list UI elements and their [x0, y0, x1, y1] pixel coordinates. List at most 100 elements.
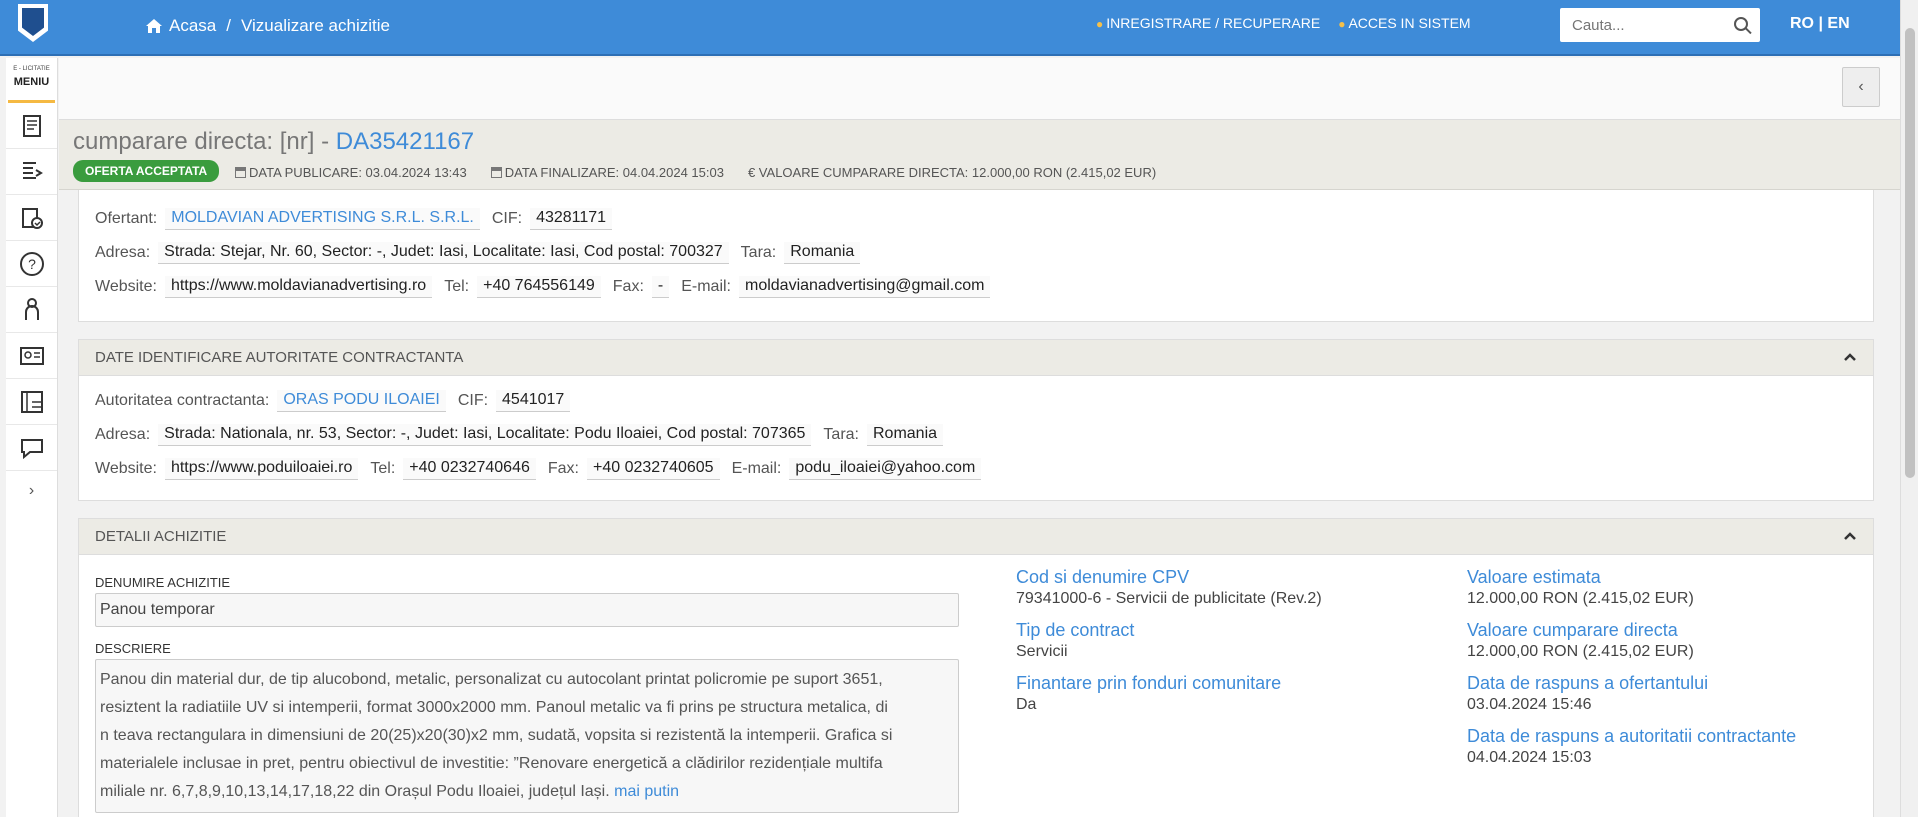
- offerer-website-label: Website:: [95, 278, 157, 295]
- offerer-email-label: E-mail:: [681, 278, 731, 295]
- page-scrollbar[interactable]: [1900, 0, 1918, 817]
- search-box: [1560, 8, 1760, 42]
- authority-row-contact: Website: https://www.poduiloaiei.ro Tel:…: [95, 458, 1873, 480]
- authority-address: Strada: Nationala, nr. 53, Sector: -, Ju…: [158, 424, 812, 446]
- calendar-icon: [490, 167, 502, 178]
- sidebar-expand-button[interactable]: ›: [6, 471, 57, 511]
- authority-row-name: Autoritatea contractanta: ORAS PODU ILOA…: [95, 390, 1873, 412]
- lang-en[interactable]: EN: [1827, 15, 1849, 32]
- chevron-right-icon: ›: [28, 482, 35, 499]
- offerer-row-contact: Website: https://www.moldavianadvertisin…: [95, 276, 1873, 298]
- register-link-label: INREGISTRARE / RECUPERARE: [1106, 15, 1321, 31]
- description-line: Panou din material dur, de tip alucobond…: [100, 671, 883, 688]
- final-date: DATA FINALIZARE: 04.04.2024 15:03: [490, 165, 724, 180]
- cpv-label: Cod si denumire CPV: [1016, 567, 1190, 587]
- procurement-name-field[interactable]: Panou temporar: [95, 593, 959, 627]
- cpv-value: 79341000-6 - Servicii de publicitate (Re…: [1016, 590, 1322, 607]
- offer-response-date: 03.04.2024 15:46: [1467, 696, 1592, 713]
- breadcrumb-home-label: Acasa: [169, 16, 217, 35]
- svg-text:?: ?: [28, 256, 36, 272]
- chevron-up-icon[interactable]: [1843, 350, 1857, 364]
- clipboard-check-icon: [21, 207, 43, 229]
- document-arrow-icon: [22, 161, 43, 179]
- login-link-label: ACCES IN SISTEM: [1348, 15, 1471, 31]
- details-panel: DETALII ACHIZITIE DENUMIRE ACHIZITIE Pan…: [78, 518, 1874, 817]
- lock-icon: ●: [1338, 17, 1346, 31]
- sidebar-item-catalog[interactable]: [6, 379, 57, 425]
- show-less-link[interactable]: mai putin: [614, 783, 679, 800]
- description-line: miliale nr. 6,7,8,9,10,13,14,17,18,22 di…: [100, 778, 954, 806]
- lang-ro[interactable]: RO: [1790, 15, 1814, 32]
- procurement-name-label: DENUMIRE ACHIZITIE: [95, 575, 231, 590]
- authority-fax: +40 0232740605: [587, 458, 720, 480]
- sidebar: E - LICITATIE MENIU ? ›: [6, 58, 58, 817]
- authority-heading: DATE IDENTIFICARE AUTORITATE CONTRACTANT…: [95, 349, 464, 366]
- sidebar-item-help[interactable]: ?: [6, 241, 57, 287]
- authority-email-label: E-mail:: [731, 460, 782, 477]
- user-icon: [24, 297, 39, 320]
- offerer-name-link[interactable]: MOLDAVIAN ADVERTISING S.R.L. S.R.L.: [165, 208, 480, 230]
- breadcrumb-separator: /: [226, 16, 231, 35]
- sidebar-item-clipboard[interactable]: [6, 195, 57, 241]
- description-label: DESCRIERE: [95, 641, 171, 656]
- contract-type-label: Tip de contract: [1016, 620, 1135, 640]
- offerer-email: moldavianadvertising@gmail.com: [739, 276, 991, 298]
- sidebar-item-id-card[interactable]: [6, 333, 57, 379]
- offerer-tel: +40 764556149: [477, 276, 601, 298]
- authority-email: podu_iloaiei@yahoo.com: [789, 458, 982, 480]
- sidebar-item-documents[interactable]: [6, 103, 57, 149]
- offerer-row-name: Ofertant: MOLDAVIAN ADVERTISING S.R.L. S…: [95, 208, 1873, 230]
- top-links: ● INREGISTRARE / RECUPERARE ● ACCES IN SIS…: [1096, 15, 1471, 31]
- authority-panel-header[interactable]: DATE IDENTIFICARE AUTORITATE CONTRACTANT…: [79, 340, 1873, 376]
- authority-name-link[interactable]: ORAS PODU ILOAIEI: [277, 390, 446, 412]
- login-link[interactable]: ● ACCES IN SISTEM: [1338, 15, 1470, 31]
- top-navbar: Acasa / Vizualizare achizitie ● INREGISTR…: [0, 0, 1900, 56]
- sidebar-item-chat[interactable]: [6, 425, 57, 471]
- scrollbar-thumb[interactable]: [1905, 28, 1915, 478]
- header-meta: DATA PUBLICARE: 03.04.2024 13:43 DATA FI…: [235, 165, 1156, 180]
- description-line: n teava rectangulara in dimensiuni de 20…: [100, 727, 893, 744]
- final-date-text: DATA FINALIZARE: 04.04.2024 15:03: [504, 165, 724, 180]
- contract-type-value: Servicii: [1016, 643, 1068, 660]
- user-lock-icon: ●: [1096, 17, 1104, 31]
- collapse-panel-button[interactable]: ‹: [1842, 67, 1880, 107]
- offerer-website: https://www.moldavianadvertising.ro: [164, 276, 433, 298]
- publish-date-text: DATA PUBLICARE: 03.04.2024 13:43: [249, 165, 467, 180]
- search-icon[interactable]: [1734, 17, 1748, 31]
- estimated-value-label: Valoare estimata: [1467, 567, 1601, 587]
- sidebar-item-user[interactable]: [6, 287, 57, 333]
- chat-icon: [20, 438, 43, 459]
- breadcrumb-home[interactable]: Acasa: [145, 16, 216, 36]
- offerer-address: Strada: Stejar, Nr. 60, Sector: -, Judet…: [158, 242, 729, 264]
- offerer-fax-label: Fax:: [612, 278, 644, 295]
- direct-value-label: Valoare cumparare directa: [1467, 620, 1678, 640]
- document-icon: [22, 114, 41, 137]
- sidebar-item-export[interactable]: [6, 149, 57, 195]
- authority-website: https://www.poduiloaiei.ro: [164, 458, 359, 480]
- offerer-row-address: Adresa: Strada: Stejar, Nr. 60, Sector: …: [95, 242, 1873, 264]
- estimated-value: 12.000,00 RON (2.415,02 EUR): [1467, 590, 1694, 607]
- details-panel-header[interactable]: DETALII ACHIZITIE: [79, 519, 1873, 555]
- direct-purchase-value: 12.000,00 RON (2.415,02 EUR): [1467, 643, 1694, 660]
- search-input[interactable]: [1560, 8, 1720, 42]
- authority-country: Romania: [867, 424, 944, 446]
- funding-value: Da: [1016, 696, 1037, 713]
- breadcrumb-current: Vizualizare achizitie: [240, 16, 390, 35]
- authority-label: Autoritatea contractanta:: [95, 392, 270, 409]
- offerer-address-label: Adresa:: [95, 244, 151, 261]
- description-line: resiztent la radiatiile UV si intemperii…: [100, 699, 888, 716]
- procurement-code: DA35421167: [335, 128, 475, 155]
- details-right-column: Valoare estimata 12.000,00 RON (2.415,02…: [1467, 567, 1867, 767]
- catalog-icon: [20, 390, 43, 413]
- page-toolbar: ‹: [59, 58, 1900, 120]
- sidebar-menu-title[interactable]: MENIU: [6, 76, 57, 88]
- register-link[interactable]: ● INREGISTRARE / RECUPERARE: [1096, 15, 1320, 31]
- chevron-up-icon[interactable]: [1843, 529, 1857, 543]
- offerer-panel: Ofertant: MOLDAVIAN ADVERTISING S.R.L. S…: [78, 190, 1874, 322]
- sidebar-subtitle: E - LICITATIE: [13, 66, 50, 72]
- authority-country-label: Tara:: [823, 426, 859, 443]
- authority-tel: +40 0232740646: [403, 458, 536, 480]
- authority-response-label: Data de raspuns a autoritatii contractan…: [1467, 726, 1797, 746]
- description-field[interactable]: Panou din material dur, de tip alucobond…: [95, 659, 959, 813]
- description-line-text: miliale nr. 6,7,8,9,10,13,14,17,18,22 di…: [100, 783, 610, 800]
